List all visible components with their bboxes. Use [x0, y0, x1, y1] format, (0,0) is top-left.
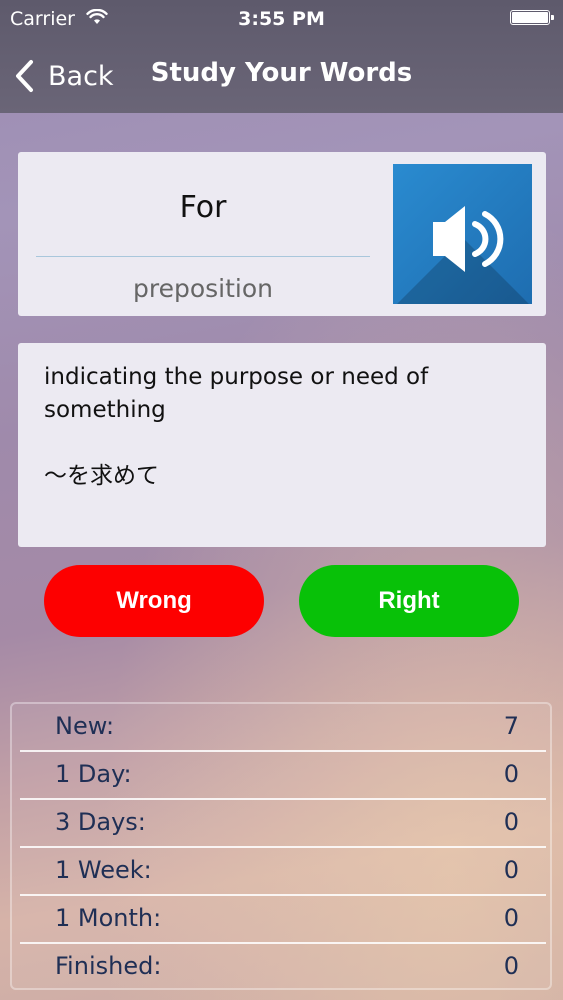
stats-row-1-week: 1 Week: 0 — [20, 848, 546, 896]
definition-english: indicating the purpose or need of someth… — [44, 364, 429, 423]
speaker-icon — [433, 206, 504, 272]
battery-icon — [510, 10, 554, 25]
stats-value: 0 — [503, 952, 519, 980]
stats-label: Finished: — [55, 952, 162, 980]
definition-card: indicating the purpose or need of someth… — [18, 343, 546, 547]
word-text: For — [179, 190, 227, 225]
wrong-button[interactable]: Wrong — [44, 565, 264, 637]
right-button[interactable]: Right — [299, 565, 519, 637]
stats-label: 3 Days: — [55, 808, 146, 836]
stats-label: 1 Week: — [55, 856, 152, 884]
stats-row-new: New: 7 — [20, 704, 546, 752]
stats-value: 0 — [503, 808, 519, 836]
stats-value: 7 — [503, 712, 519, 740]
stats-value: 0 — [503, 760, 519, 788]
stats-label: New: — [55, 712, 115, 740]
stats-value: 0 — [503, 904, 519, 932]
definition-japanese: ～を求めて — [44, 463, 159, 489]
speaker-button[interactable] — [393, 164, 532, 304]
stats-label: 1 Month: — [55, 904, 162, 932]
page-title: Study Your Words — [150, 58, 413, 88]
stats-panel: New: 7 1 Day: 0 3 Days: 0 1 Week: 0 1 Mo… — [10, 702, 552, 990]
stats-row-3-days: 3 Days: 0 — [20, 800, 546, 848]
stats-row-1-month: 1 Month: 0 — [20, 896, 546, 944]
stats-label: 1 Day: — [55, 760, 132, 788]
stats-row-finished: Finished: 0 — [20, 944, 546, 992]
word-divider — [36, 256, 370, 257]
stats-row-1-day: 1 Day: 0 — [20, 752, 546, 800]
stats-value: 0 — [503, 856, 519, 884]
status-time: 3:55 PM — [238, 8, 325, 30]
word-card: For preposition — [18, 152, 546, 316]
top-bar: Carrier 3:55 PM Back Study Your Words — [0, 0, 563, 113]
part-of-speech: preposition — [132, 274, 273, 303]
